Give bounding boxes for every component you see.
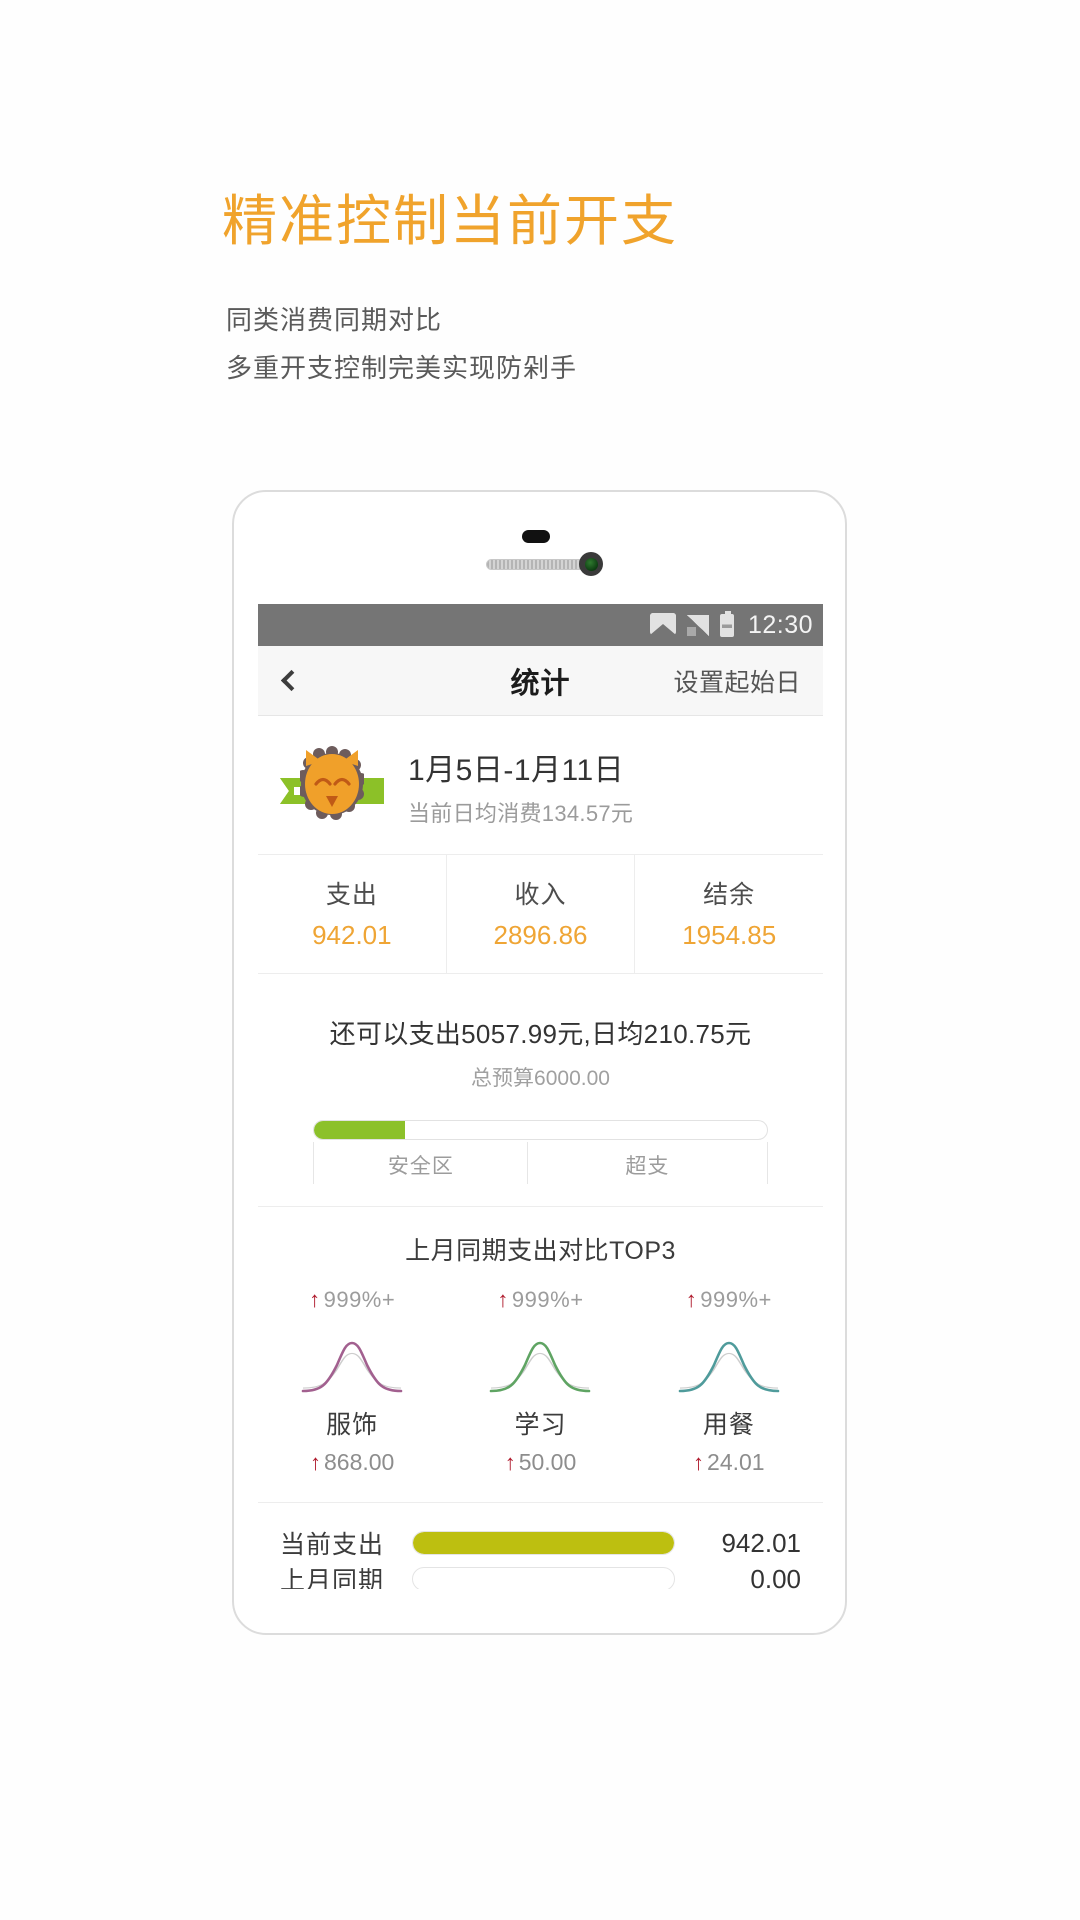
- status-bar: 12:30: [258, 604, 823, 646]
- page-title: 精准控制当前开支: [222, 190, 679, 252]
- top3-percent-wrap: ↑ 999%+: [446, 1287, 634, 1313]
- top3-percent: 999%+: [323, 1287, 396, 1312]
- compare-section: 当前支出 942.01 上月同期 0.00: [258, 1502, 823, 1589]
- mascot-face-icon: [305, 750, 359, 814]
- status-bar-clock: 12:30: [747, 610, 813, 639]
- promo-subtitle-line-2: 多重开支控制完美实现防剁手: [226, 353, 578, 383]
- phone-screen: 12:30 统计 设置起始日 1月5日-1月11日 当前日均消费134.57元 …: [258, 604, 823, 1589]
- stat-value: 942.01: [312, 920, 392, 950]
- chevron-left-icon: [280, 669, 303, 691]
- safe-zone-label: 安全区: [387, 1155, 454, 1178]
- arrow-up-icon: ↑: [685, 1287, 698, 1312]
- compare-bar-track: [412, 1531, 675, 1555]
- phone-mockup: 12:30 统计 设置起始日 1月5日-1月11日 当前日均消费134.57元 …: [232, 490, 847, 1635]
- cat-mascot-avatar: [280, 738, 384, 834]
- front-camera-icon: [579, 552, 603, 576]
- stat-value: 1954.85: [682, 920, 777, 950]
- top3-amount: 24.01: [707, 1449, 765, 1475]
- budget-progress-track[interactable]: [313, 1120, 768, 1140]
- overspend-label: 超支: [625, 1155, 670, 1178]
- promo-subtitle-line-1: 同类消费同期对比: [226, 305, 443, 335]
- top3-amount-wrap: ↑ 50.00: [446, 1449, 634, 1476]
- top3-percent: 999%+: [700, 1287, 772, 1312]
- set-start-date-button[interactable]: 设置起始日: [673, 663, 801, 699]
- compare-value: 942.01: [721, 1527, 801, 1558]
- top3-row: ↑ 999%+ 服饰 ↑ 868.00 ↑ 999%+ 学习 ↑ 50.00 ↑…: [258, 1287, 823, 1476]
- stat-label: 支出: [325, 881, 378, 909]
- compare-label: 当前支出: [280, 1531, 385, 1559]
- compare-row-current: 当前支出 942.01: [280, 1525, 801, 1561]
- stat-cell-balance[interactable]: 结余 1954.85: [634, 855, 823, 973]
- arrow-up-icon: ↑: [497, 1287, 509, 1312]
- arrow-up-icon: ↑: [309, 1450, 321, 1475]
- budget-zone-labels: 安全区 超支: [313, 1142, 768, 1184]
- app-header: 统计 设置起始日: [258, 646, 823, 716]
- period-summary: 1月5日-1月11日 当前日均消费134.57元: [258, 716, 823, 854]
- top3-category-name: 学习: [514, 1411, 567, 1439]
- stat-cell-expense[interactable]: 支出 942.01: [258, 855, 446, 973]
- top3-item-dining[interactable]: ↑ 999%+ 用餐 ↑ 24.01: [635, 1287, 823, 1476]
- top3-amount-wrap: ↑ 24.01: [635, 1449, 823, 1476]
- promo-page: 精准控制当前开支 同类消费同期对比 多重开支控制完美实现防剁手 12:30 统计…: [0, 0, 1080, 1920]
- wifi-icon: [649, 613, 676, 635]
- stat-label: 收入: [514, 881, 567, 909]
- stat-label: 结余: [703, 881, 756, 909]
- budget-section: 还可以支出5057.99元,日均210.75元 总预算6000.00 安全区 超…: [258, 974, 823, 1206]
- daily-average-label: 当前日均消费134.57元: [408, 800, 634, 826]
- top3-amount: 50.00: [518, 1449, 577, 1475]
- stat-value: 2896.86: [493, 920, 588, 950]
- date-column: 1月5日-1月11日 当前日均消费134.57元: [408, 745, 633, 828]
- stat-cell-income[interactable]: 收入 2896.86: [445, 855, 635, 973]
- top3-item-study[interactable]: ↑ 999%+ 学习 ↑ 50.00: [446, 1287, 634, 1476]
- signal-icon: [686, 614, 709, 636]
- compare-bar-fill: [413, 1532, 674, 1554]
- budget-progress-fill: [314, 1121, 405, 1139]
- compare-label: 上月同期: [280, 1567, 385, 1589]
- battery-icon: [719, 610, 734, 637]
- date-range: 1月5日-1月11日: [408, 753, 625, 787]
- top3-category-name: 服饰: [326, 1411, 379, 1439]
- arrow-up-icon: ↑: [309, 1287, 321, 1312]
- earpiece-speaker-icon: [486, 559, 586, 570]
- top3-section: 上月同期支出对比TOP3 ↑ 999%+ 服饰 ↑ 868.00 ↑ 999%+…: [258, 1206, 823, 1484]
- top3-percent-wrap: ↑ 999%+: [635, 1287, 823, 1313]
- budget-progress-wrap: 安全区 超支: [313, 1120, 768, 1184]
- top3-curve-chart: [446, 1321, 634, 1399]
- top3-curve-chart: [635, 1321, 823, 1399]
- top3-amount-wrap: ↑ 868.00: [258, 1449, 446, 1476]
- top3-curve-chart: [258, 1321, 446, 1399]
- stats-row: 支出 942.01 收入 2896.86 结余 1954.85: [258, 854, 823, 974]
- proximity-sensor-icon: [522, 530, 550, 543]
- top3-percent-wrap: ↑ 999%+: [258, 1287, 446, 1313]
- arrow-up-icon: ↑: [504, 1450, 516, 1475]
- compare-row-lastmonth: 上月同期 0.00: [280, 1561, 801, 1589]
- budget-remaining-text: 还可以支出5057.99元,日均210.75元: [329, 1019, 752, 1049]
- top3-item-clothing[interactable]: ↑ 999%+ 服饰 ↑ 868.00: [258, 1287, 446, 1476]
- top3-amount: 868.00: [323, 1449, 395, 1475]
- compare-bar-track: [412, 1567, 675, 1589]
- top3-category-name: 用餐: [702, 1411, 755, 1439]
- top3-percent: 999%+: [511, 1287, 584, 1312]
- arrow-up-icon: ↑: [693, 1450, 705, 1475]
- top3-title: 上月同期支出对比TOP3: [405, 1237, 676, 1265]
- back-button[interactable]: [280, 668, 306, 694]
- budget-total-text: 总预算6000.00: [471, 1067, 610, 1090]
- compare-value: 0.00: [750, 1563, 801, 1590]
- phone-bezel-top: [234, 492, 845, 604]
